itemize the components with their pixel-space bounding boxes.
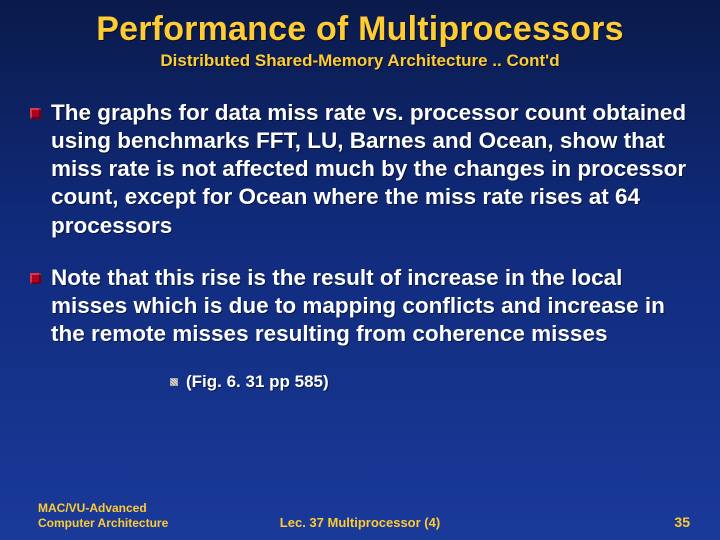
- square-bullet-icon: [30, 108, 41, 119]
- bullet-text: The graphs for data miss rate vs. proces…: [51, 99, 692, 240]
- footer-center: Lec. 37 Multiprocessor (4): [280, 515, 440, 530]
- slide: Performance of Multiprocessors Distribut…: [0, 0, 720, 540]
- footer-left: MAC/VU-Advanced Computer Architecture: [38, 501, 198, 530]
- bullet-item: Note that this rise is the result of inc…: [30, 264, 692, 348]
- slide-footer: MAC/VU-Advanced Computer Architecture Le…: [0, 501, 720, 530]
- slide-content: The graphs for data miss rate vs. proces…: [20, 99, 700, 392]
- slide-number: 35: [674, 514, 690, 530]
- bullet-text: Note that this rise is the result of inc…: [51, 264, 692, 348]
- sub-bullet-item: (Fig. 6. 31 pp 585): [170, 372, 692, 392]
- bullet-item: The graphs for data miss rate vs. proces…: [30, 99, 692, 240]
- slide-title: Performance of Multiprocessors: [20, 10, 700, 49]
- sub-bullet-text: (Fig. 6. 31 pp 585): [186, 372, 329, 392]
- slide-subtitle: Distributed Shared-Memory Architecture .…: [20, 51, 700, 71]
- pattern-bullet-icon: [170, 378, 178, 386]
- square-bullet-icon: [30, 273, 41, 284]
